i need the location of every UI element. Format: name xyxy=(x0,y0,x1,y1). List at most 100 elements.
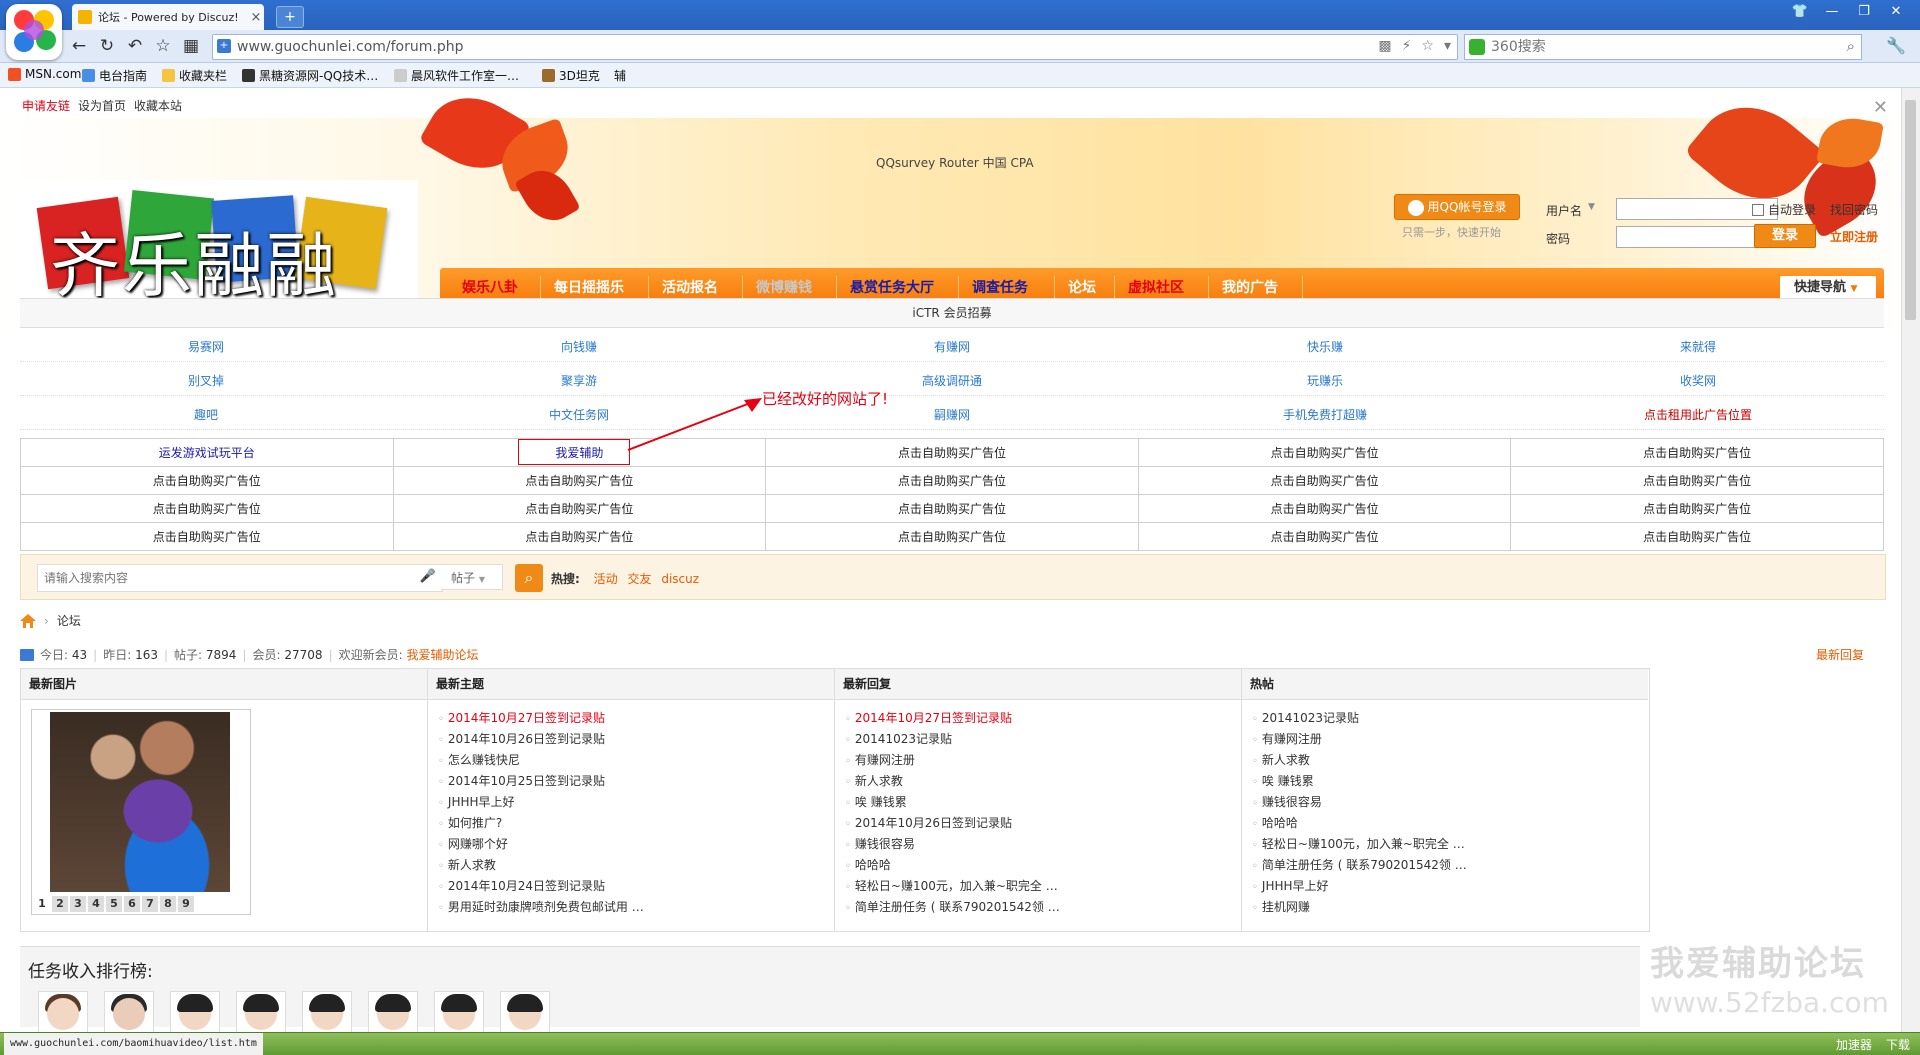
search-icon[interactable]: ⌕ xyxy=(1847,37,1855,55)
list-item[interactable]: 2014年10月25日签到记录贴 xyxy=(438,771,834,792)
ad-cell[interactable]: 点击自助购买广告位 xyxy=(1510,438,1884,467)
list-item[interactable]: 赚钱很容易 xyxy=(1252,792,1648,813)
partner-link[interactable]: 玩赚乐 xyxy=(1139,372,1511,389)
avatar[interactable] xyxy=(368,991,418,1032)
list-item[interactable]: 2014年10月27日签到记录贴 xyxy=(845,708,1241,729)
close-icon[interactable]: ✕ xyxy=(1873,97,1888,118)
ad-cell[interactable]: 点击自助购买广告位 xyxy=(20,522,394,551)
ad-cell[interactable]: 点击自助购买广告位 xyxy=(765,494,1139,523)
avatar[interactable] xyxy=(170,991,220,1032)
new-tab-button[interactable]: + xyxy=(276,6,304,28)
partner-link[interactable]: 向钱赚 xyxy=(393,338,765,355)
list-item[interactable]: 轻松日~赚100元，加入兼~职完全 … xyxy=(1252,834,1648,855)
skin-icon[interactable]: 👕 xyxy=(1786,2,1814,22)
avatar[interactable] xyxy=(500,991,550,1032)
partner-link[interactable]: 手机免费打超赚 xyxy=(1139,406,1511,423)
minimize-icon[interactable]: — xyxy=(1818,2,1846,22)
list-item[interactable]: 轻松日~赚100元，加入兼~职完全 … xyxy=(845,876,1241,897)
accelerator-button[interactable]: 加速器 xyxy=(1836,1036,1872,1053)
partner-link[interactable]: 高级调研通 xyxy=(766,372,1138,389)
bookmark-msn[interactable]: MSN.com xyxy=(8,67,81,81)
list-item[interactable]: JHHH早上好 xyxy=(1252,876,1648,897)
bookmark-radio[interactable]: 电台指南 xyxy=(82,67,147,84)
ad-cell[interactable]: 点击自助购买广告位 xyxy=(1510,466,1884,495)
list-item[interactable]: 怎么赚钱快尼 xyxy=(438,750,834,771)
search-engine-icon[interactable] xyxy=(1469,39,1485,55)
pager-item[interactable]: 7 xyxy=(142,896,158,912)
pager-item[interactable]: 3 xyxy=(70,896,86,912)
bookmark-site-link[interactable]: 收藏本站 xyxy=(134,97,182,114)
vertical-scrollbar[interactable] xyxy=(1901,88,1920,1032)
search-field[interactable]: 🎤 xyxy=(37,564,443,592)
tools-wrench-icon[interactable]: 🔧 xyxy=(1886,36,1906,55)
refresh-icon[interactable]: ↻ xyxy=(96,35,118,57)
search-input[interactable] xyxy=(38,565,426,591)
image-slider[interactable]: 1 2 3 4 5 6 7 8 9 xyxy=(31,709,251,915)
list-item[interactable]: 简单注册任务 ( 联系790201542领 … xyxy=(845,897,1241,918)
ad-cell[interactable]: 点击自助购买广告位 xyxy=(20,466,394,495)
ad-cell[interactable]: 点击自助购买广告位 xyxy=(392,494,767,523)
avatar[interactable] xyxy=(38,991,88,1032)
avatar[interactable] xyxy=(104,991,154,1032)
avatar[interactable] xyxy=(236,991,286,1032)
search-button[interactable]: ⌕ xyxy=(515,564,543,592)
new-member-link[interactable]: 我爱辅助论坛 xyxy=(406,646,478,663)
ad-cell[interactable]: 点击自助购买广告位 xyxy=(392,522,767,551)
ad-cell[interactable]: 点击自助购买广告位 xyxy=(20,494,394,523)
partner-link[interactable]: 有赚网 xyxy=(766,338,1138,355)
avatar[interactable] xyxy=(302,991,352,1032)
list-item[interactable]: 哈哈哈 xyxy=(845,855,1241,876)
dropdown-icon[interactable]: ▾ xyxy=(1444,38,1451,54)
bookmark-fu[interactable]: 辅 xyxy=(614,67,626,84)
search-type-select[interactable]: 帖子 ▼ xyxy=(441,564,503,590)
list-item[interactable]: 哈哈哈 xyxy=(1252,813,1648,834)
ad-cell[interactable]: 点击自助购买广告位 xyxy=(1137,522,1512,551)
pager-item[interactable]: 5 xyxy=(106,896,122,912)
quick-nav-button[interactable]: 快捷导航 ▼ xyxy=(1780,276,1876,300)
download-button[interactable]: 下载 xyxy=(1886,1036,1910,1053)
ad-cell[interactable]: 点击自助购买广告位 xyxy=(765,522,1139,551)
list-item[interactable]: 网赚哪个好 xyxy=(438,834,834,855)
browser-search-box[interactable]: ⌕ xyxy=(1464,34,1862,60)
chevron-down-icon[interactable]: ▼ xyxy=(1588,202,1595,212)
partner-link[interactable]: 趣吧 xyxy=(20,406,392,423)
list-item[interactable]: 20141023记录贴 xyxy=(1252,708,1648,729)
home-icon[interactable] xyxy=(20,613,36,628)
partner-link[interactable]: 快乐赚 xyxy=(1139,338,1511,355)
bookmark-star-icon[interactable]: ☆ xyxy=(1421,38,1434,54)
bookmark-folder[interactable]: 收藏夹栏 xyxy=(162,67,227,84)
list-item[interactable]: 唉 赚钱累 xyxy=(845,792,1241,813)
list-item[interactable]: 2014年10月26日签到记录贴 xyxy=(438,729,834,750)
partner-link[interactable]: 收奖网 xyxy=(1512,372,1884,389)
login-button[interactable]: 登录 xyxy=(1754,224,1816,248)
iclr-banner[interactable]: iCTR 会员招募 xyxy=(20,298,1884,328)
partner-link[interactable]: 来就得 xyxy=(1512,338,1884,355)
close-tab-icon[interactable]: × xyxy=(248,10,264,25)
pager-item[interactable]: 6 xyxy=(124,896,140,912)
register-link[interactable]: 立即注册 xyxy=(1830,228,1878,245)
apps-grid-icon[interactable]: ▦ xyxy=(180,35,202,57)
list-item[interactable]: 如何推广? xyxy=(438,813,834,834)
ad-cell[interactable]: 点击自助购买广告位 xyxy=(1510,494,1884,523)
list-item[interactable]: 男用延时劲康牌喷剂免费包邮试用 … xyxy=(438,897,834,918)
browser-search-input[interactable] xyxy=(1489,37,1823,57)
latest-reply-link[interactable]: 最新回复 xyxy=(1816,646,1864,663)
list-item[interactable]: 20141023记录贴 xyxy=(845,729,1241,750)
ad-cell[interactable]: 点击自助购买广告位 xyxy=(765,438,1139,467)
list-item[interactable]: 2014年10月26日签到记录贴 xyxy=(845,813,1241,834)
ad-cell[interactable]: 点击自助购买广告位 xyxy=(392,466,767,495)
list-item[interactable]: 新人求教 xyxy=(845,771,1241,792)
list-item[interactable]: 2014年10月24日签到记录贴 xyxy=(438,876,834,897)
rent-ad-link[interactable]: 点击租用此广告位置 xyxy=(1512,406,1884,423)
list-item[interactable]: 赚钱很容易 xyxy=(845,834,1241,855)
close-window-icon[interactable]: ✕ xyxy=(1882,2,1910,22)
pager-item[interactable]: 2 xyxy=(52,896,68,912)
auto-login-checkbox[interactable]: 自动登录 xyxy=(1752,201,1816,218)
browser-logo-icon[interactable] xyxy=(6,4,62,60)
ad-cell[interactable]: 点击自助购买广告位 xyxy=(765,466,1139,495)
set-home-link[interactable]: 设为首页 xyxy=(78,97,126,114)
bookmark-3d-tank[interactable]: 3D坦克 xyxy=(542,67,600,84)
back-icon[interactable]: ← xyxy=(68,35,90,57)
list-item[interactable]: 唉 赚钱累 xyxy=(1252,771,1648,792)
favorite-star-icon[interactable]: ☆ xyxy=(152,35,174,57)
